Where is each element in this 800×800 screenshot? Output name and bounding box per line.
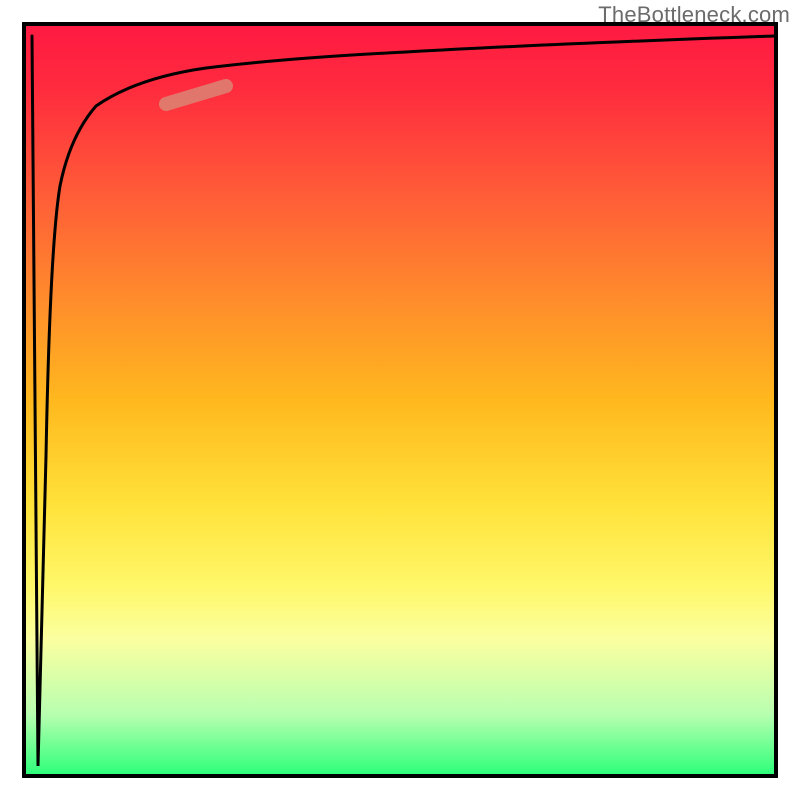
curve-left-drop (32, 36, 46, 766)
plot-area (22, 22, 778, 778)
curve-main (46, 36, 774, 456)
plot-svg (26, 26, 774, 774)
chart-canvas: TheBottleneck.com (0, 0, 800, 800)
highlight-marker (166, 86, 226, 104)
